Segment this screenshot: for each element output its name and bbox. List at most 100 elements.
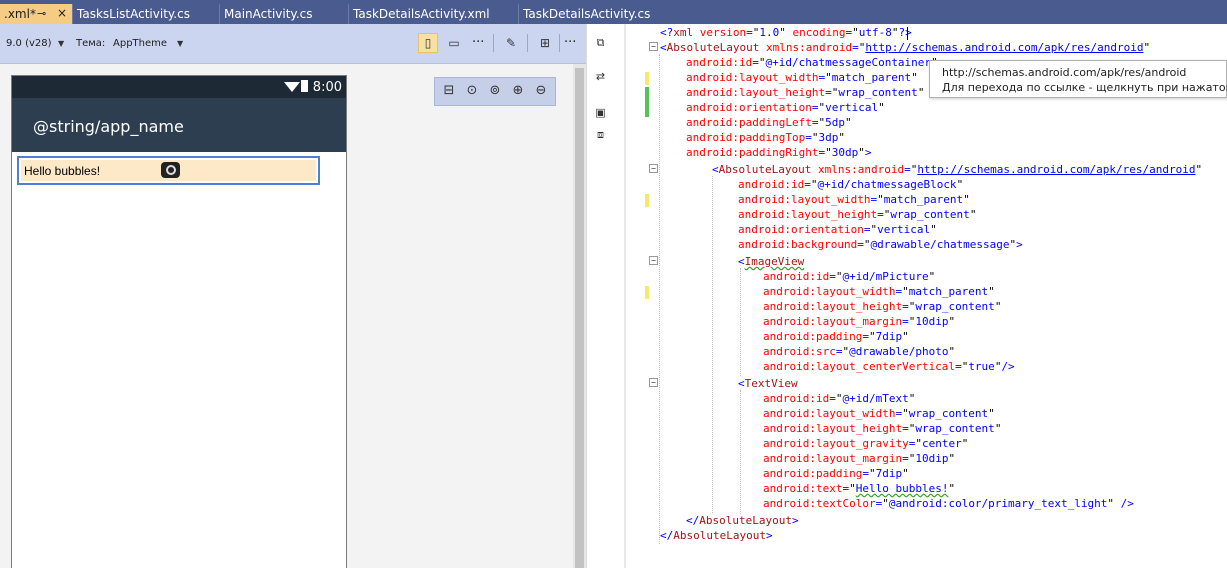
code-line: android:layout_height="wrap_content" — [686, 86, 925, 99]
chat-message-block[interactable]: Hello bubbles! — [17, 156, 320, 185]
app-title: @string/app_name — [33, 117, 184, 136]
collapse-icon[interactable]: − — [649, 42, 658, 51]
tab-taskdetailsactivity-cs[interactable]: TaskDetailsActivity.cs — [518, 4, 686, 24]
close-icon[interactable]: × — [57, 6, 67, 20]
tab-label: MainActivity.cs — [224, 7, 313, 21]
change-marker — [645, 87, 649, 117]
code-line: android:text="Hello bubbles!" — [763, 482, 956, 495]
code-view-icon[interactable]: ⧈ — [594, 128, 607, 141]
collapse-icon[interactable]: − — [649, 256, 658, 265]
code-line: android:padding="7dip" — [763, 330, 909, 343]
code-line: android:id="@+id/mPicture" — [763, 270, 936, 283]
indent-guide — [712, 176, 713, 513]
status-bar: 8:00 — [12, 76, 346, 98]
code-line: android:layout_height="wrap_content" — [763, 300, 1002, 313]
code-line: android:layout_width="match_parent" — [686, 71, 918, 84]
code-line: android:layout_width="match_parent" — [738, 193, 970, 206]
status-time: 8:00 — [312, 80, 342, 95]
zoom-out-icon[interactable]: ⊖ — [533, 83, 549, 99]
zoom-toolbar: ⊟ ⊙ ⊚ ⊕ ⊖ — [434, 77, 556, 106]
code-line: android:orientation="vertical" — [738, 223, 937, 236]
layout-bounds-icon[interactable]: ⊞ — [535, 33, 555, 53]
zoom-in-icon[interactable]: ⊕ — [510, 83, 526, 99]
code-line: <AbsoluteLayout xmlns:android="http://sc… — [660, 41, 1151, 54]
code-line: android:layout_width="wrap_content" — [763, 407, 995, 420]
tab-mainactivity-cs[interactable]: MainActivity.cs — [219, 4, 347, 24]
xml-code-editor[interactable]: − − − − <?xml version="1.0" encoding="ut… — [626, 24, 1227, 568]
message-text[interactable]: Hello bubbles! — [24, 164, 100, 178]
toolbar-separator — [493, 34, 494, 52]
change-marker — [645, 194, 649, 207]
api-level-select[interactable]: 9.0 (v28) — [6, 38, 52, 49]
code-line: <AbsoluteLayout xmlns:android="http://sc… — [712, 163, 1203, 176]
theme-select[interactable]: AppTheme — [113, 38, 167, 49]
tab-label: .xml* — [4, 7, 36, 21]
document-tab-strip: .xml* ⊸ × TasksListActivity.cs MainActiv… — [0, 0, 1227, 24]
collapse-icon[interactable]: − — [649, 378, 658, 387]
wifi-icon — [284, 82, 300, 92]
collapse-icon[interactable]: − — [649, 164, 658, 173]
expand-pane-icon[interactable]: ⧉ — [594, 36, 607, 49]
split-view-toolbar: ⧉ ⇄ ▣ ⧈ — [586, 24, 613, 568]
change-marker — [645, 72, 649, 85]
tab-taskdetailsactivity-xml[interactable]: TaskDetailsActivity.xml — [348, 4, 517, 24]
code-line: android:padding="7dip" — [763, 467, 909, 480]
app-toolbar[interactable]: @string/app_name — [12, 98, 346, 152]
chevron-down-icon[interactable]: ▼ — [58, 39, 64, 48]
device-preview: 8:00 @string/app_name Hello bubbles! — [11, 75, 347, 568]
toolbar-separator — [527, 34, 528, 52]
code-line: android:layout_height="wrap_content" — [763, 422, 1002, 435]
tab-label: TaskDetailsActivity.cs — [523, 7, 651, 21]
code-line: </AbsoluteLayout> — [660, 529, 773, 542]
zoom-fit-icon[interactable]: ⊚ — [487, 83, 503, 99]
battery-icon — [301, 80, 308, 92]
code-line: android:id="@+id/chatmessageBlock" — [738, 178, 964, 191]
tooltip-url: http://schemas.android.com/apk/res/andro… — [942, 66, 1187, 79]
swap-panes-icon[interactable]: ⇄ — [594, 70, 607, 83]
indent-guide — [740, 390, 741, 514]
indent-guide — [740, 268, 741, 376]
more-options-icon[interactable]: ··· — [564, 35, 576, 50]
code-line: android:layout_centerVertical="true"/> — [763, 360, 1015, 373]
fit-to-window-icon[interactable]: ⊟ — [441, 83, 457, 99]
designer-canvas[interactable]: 8:00 @string/app_name Hello bubbles! ⊟ ⊙… — [0, 64, 586, 568]
tab-label: TasksListActivity.cs — [77, 7, 190, 21]
designer-view-icon[interactable]: ▣ — [594, 106, 607, 119]
tab-label: TaskDetailsActivity.xml — [353, 7, 490, 21]
toolbar-separator — [559, 34, 560, 52]
code-line: android:layout_margin="10dip" — [763, 315, 956, 328]
code-line: android:id="@+id/mText" — [763, 392, 916, 405]
theme-label: Тема: — [76, 38, 106, 49]
tab-taskslistactivity-cs[interactable]: TasksListActivity.cs — [72, 4, 218, 24]
chevron-down-icon[interactable]: ▼ — [177, 39, 183, 48]
code-line: android:background="@drawable/chatmessag… — [738, 238, 1023, 251]
code-line: android:layout_height="wrap_content" — [738, 208, 977, 221]
landscape-orientation-icon[interactable]: ▭ — [444, 33, 464, 53]
code-line: android:layout_margin="10dip" — [763, 452, 956, 465]
code-line: android:id="@+id/chatmessageContainer" — [686, 56, 938, 69]
chat-message-background: Hello bubbles! — [21, 160, 316, 181]
camera-icon[interactable] — [161, 162, 180, 178]
pin-icon[interactable]: ⊸ — [37, 7, 46, 20]
code-line: <ImageView — [738, 255, 805, 268]
tooltip-hint: Для перехода по ссылке - щелкнуть при на… — [942, 81, 1227, 94]
code-line: <?xml version="1.0" encoding="utf-8"?> — [660, 26, 912, 39]
link-tooltip: http://schemas.android.com/apk/res/andro… — [929, 60, 1227, 98]
designer-toolbar: 9.0 (v28) ▼ Тема: AppTheme ▼ ▯ ▭ ··· ✎ ⊞… — [0, 24, 586, 64]
change-marker — [645, 286, 649, 299]
code-line: android:paddingTop="3dp" — [686, 131, 845, 144]
code-line: android:layout_width="match_parent" — [763, 285, 995, 298]
tab-layout-xml[interactable]: .xml* ⊸ × — [0, 4, 72, 24]
code-line: android:src="@drawable/photo" — [763, 345, 956, 358]
brush-icon[interactable]: ✎ — [501, 33, 521, 53]
scrollbar-thumb[interactable] — [575, 68, 584, 568]
designer-scrollbar[interactable] — [573, 64, 586, 568]
code-line: <TextView — [738, 377, 798, 390]
indent-guide — [659, 54, 660, 544]
code-line: android:layout_gravity="center" — [763, 437, 969, 450]
portrait-orientation-icon[interactable]: ▯ — [418, 33, 438, 53]
more-options-icon[interactable]: ··· — [472, 35, 484, 50]
code-line: android:textColor="@android:color/primar… — [763, 497, 1134, 510]
code-line: android:orientation="vertical" — [686, 101, 885, 114]
zoom-actual-icon[interactable]: ⊙ — [464, 83, 480, 99]
